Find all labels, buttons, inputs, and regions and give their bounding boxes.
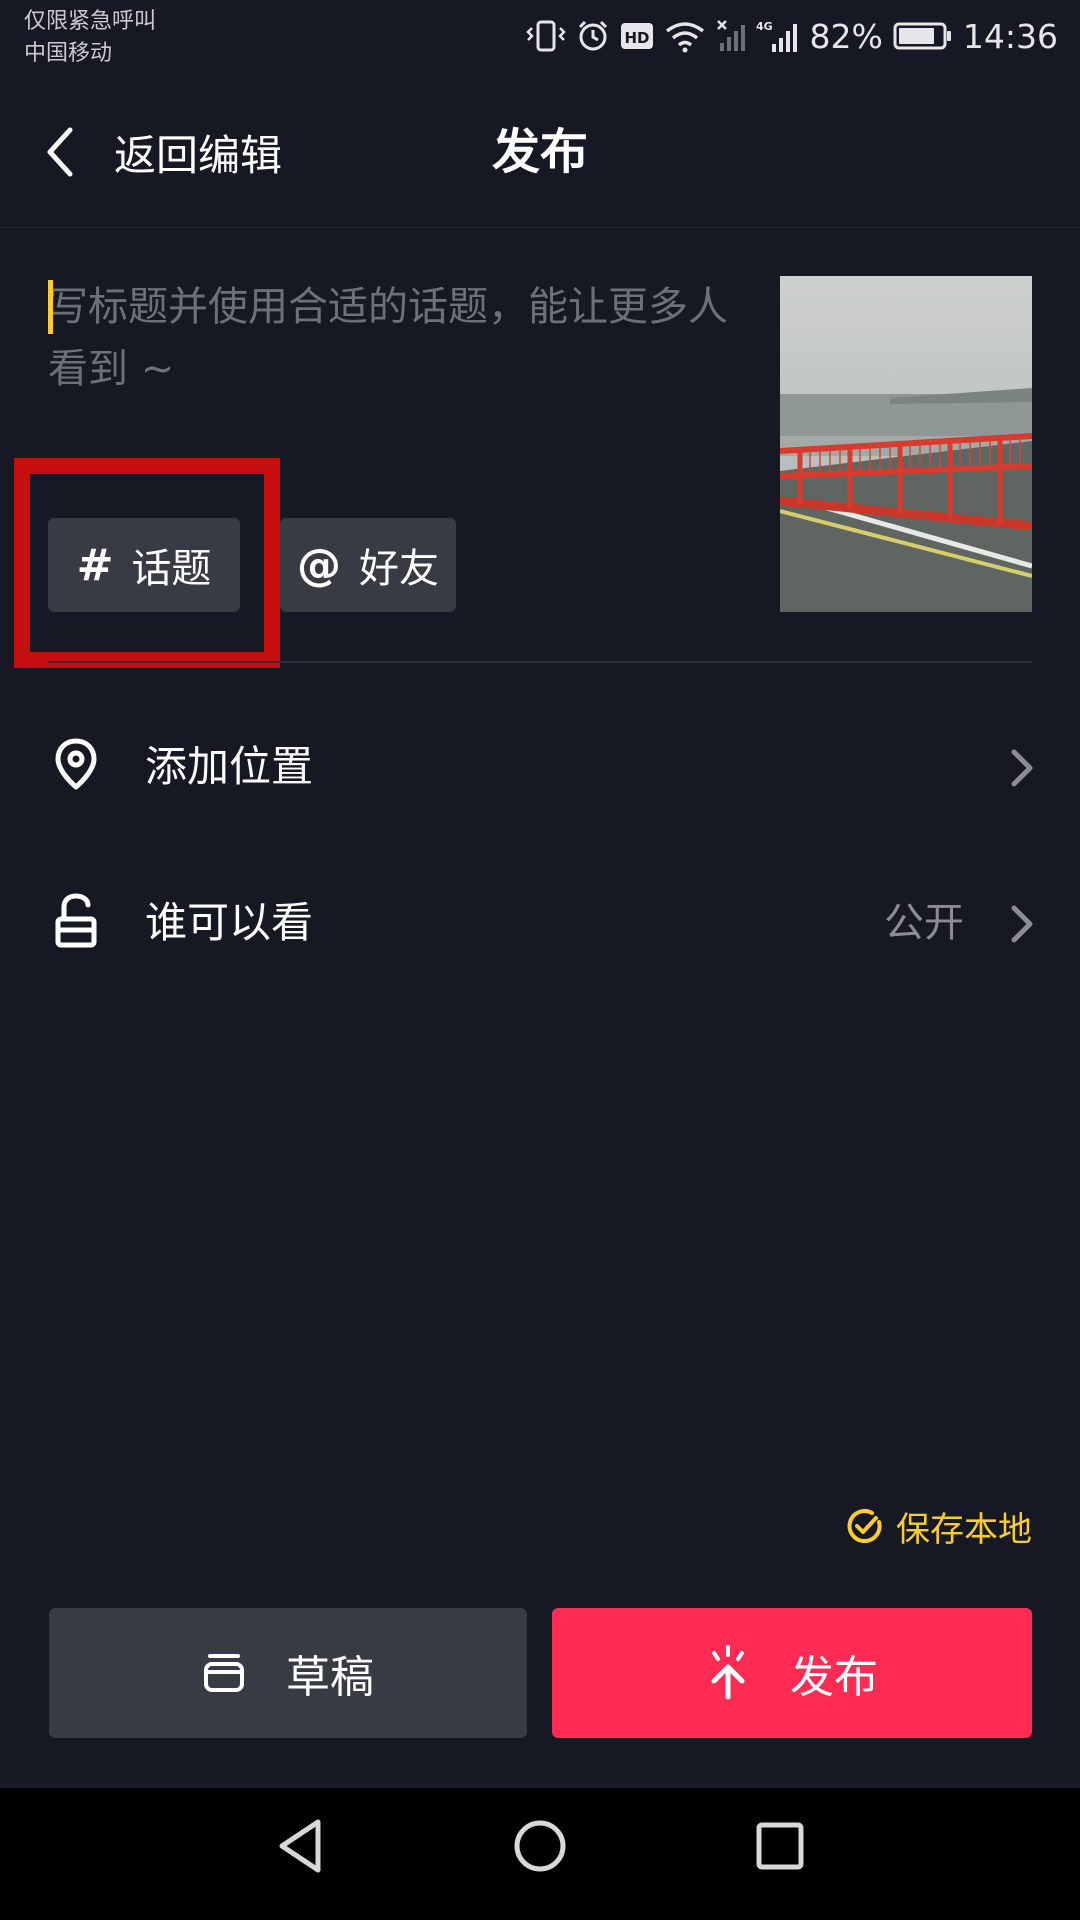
- add-location-label: 添加位置: [145, 742, 314, 791]
- divider: [48, 661, 1032, 663]
- save-local-toggle[interactable]: 保存本地: [846, 1502, 1032, 1550]
- carrier-line-operator: 中国移动: [24, 41, 113, 66]
- alarm-icon: [578, 20, 607, 51]
- svg-text:HD: HD: [624, 29, 649, 47]
- nav-recents-icon[interactable]: [754, 1816, 806, 1876]
- thumbnail-image: [780, 276, 1032, 612]
- location-pin-icon: [55, 738, 97, 790]
- draft-label: 草稿: [286, 1652, 374, 1703]
- privacy-value: 公开: [884, 900, 964, 946]
- friend-label: 好友: [359, 546, 439, 592]
- carrier-info: 仅限紧急呼叫 中国移动: [24, 6, 156, 70]
- chevron-right-icon: [1011, 749, 1033, 787]
- signal-icon: 4G: [756, 20, 797, 52]
- status-icons: HD 4G 82% 14:36: [525, 14, 1058, 58]
- battery-percent: 82%: [809, 16, 883, 56]
- unlock-icon: [55, 893, 97, 948]
- chevron-right-icon: [1011, 905, 1033, 943]
- mention-friend-button[interactable]: @ 好友: [280, 518, 456, 612]
- nav-back-icon[interactable]: [274, 1816, 326, 1876]
- highlight-annotation-box: [14, 458, 280, 668]
- status-bar: 仅限紧急呼叫 中国移动 HD 4G 82% 14:36: [0, 0, 1080, 76]
- add-location-row[interactable]: 添加位置: [0, 712, 1080, 822]
- video-cover-thumbnail[interactable]: [780, 276, 1032, 612]
- check-circle-icon: [847, 1509, 882, 1543]
- who-can-view-label: 谁可以看: [145, 898, 314, 947]
- publish-label: 发布: [790, 1652, 878, 1703]
- at-sign-icon: @: [297, 539, 341, 591]
- draft-box-icon: [204, 1654, 244, 1692]
- battery-icon: [893, 22, 951, 50]
- page-title: 发布: [491, 124, 588, 180]
- nav-home-icon[interactable]: [512, 1816, 568, 1876]
- system-nav-bar: [0, 1788, 1080, 1920]
- publish-button[interactable]: 发布: [552, 1608, 1032, 1738]
- carrier-line-emergency: 仅限紧急呼叫: [24, 9, 157, 34]
- hd-icon: HD: [620, 23, 653, 49]
- no-signal-icon: [716, 20, 745, 51]
- draft-button[interactable]: 草稿: [49, 1608, 527, 1738]
- clock: 14:36: [962, 16, 1058, 56]
- save-local-label: 保存本地: [896, 1509, 1032, 1550]
- caption-input[interactable]: 写标题并使用合适的话题，能让更多人看到 ~: [48, 276, 748, 416]
- who-can-view-row[interactable]: 谁可以看 公开: [0, 868, 1080, 978]
- publish-upload-icon: [711, 1645, 745, 1700]
- header: 返回编辑 发布: [0, 76, 1080, 228]
- text-cursor: [48, 280, 53, 334]
- vibrate-icon: [525, 20, 566, 52]
- wifi-icon: [665, 22, 704, 53]
- network-type-label: 4G: [756, 20, 773, 33]
